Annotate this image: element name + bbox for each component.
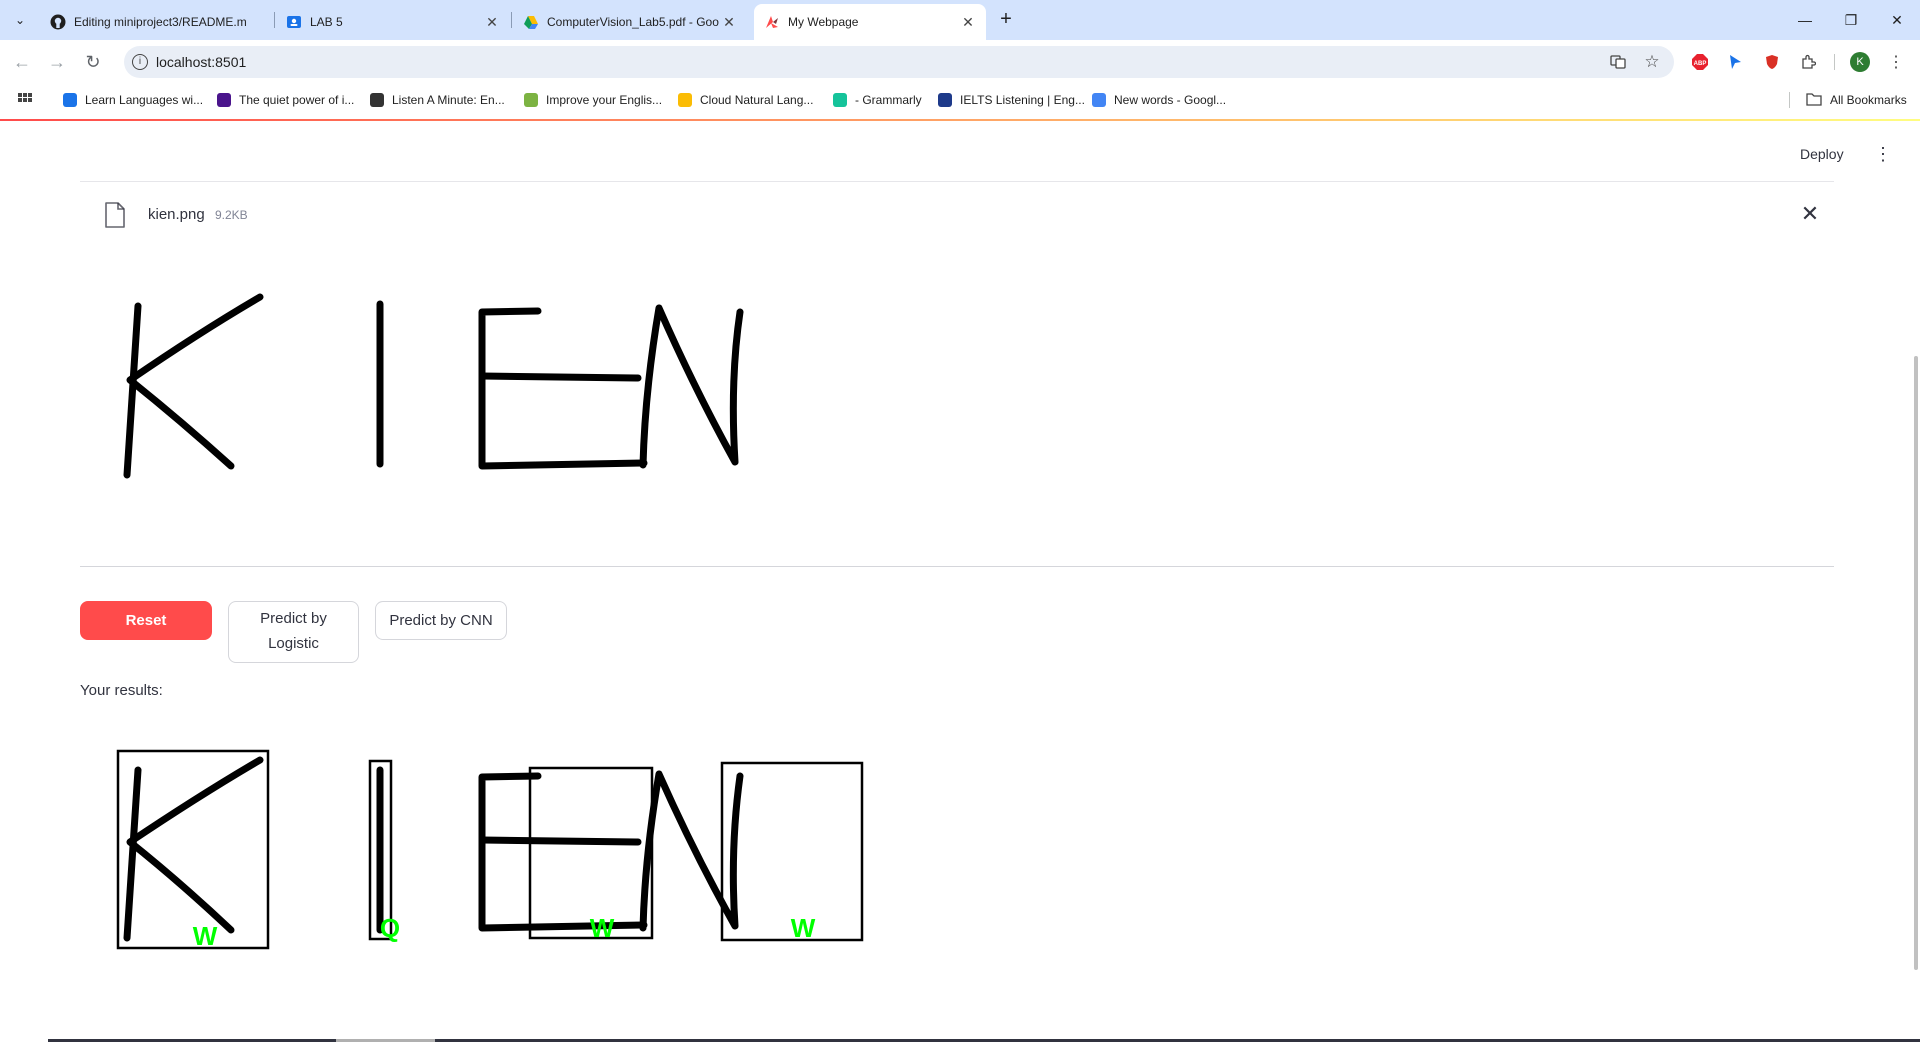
bookmark-label: Learn Languages wi...	[85, 93, 204, 107]
bookmark-item[interactable]: - Grammarly	[833, 90, 922, 110]
cursor-extension-icon[interactable]	[1725, 52, 1745, 72]
handwritten-letter-n	[639, 304, 744, 469]
tab-close-icon[interactable]: ✕	[721, 14, 737, 30]
contacts-icon	[286, 14, 302, 30]
bookmark-item[interactable]: Learn Languages wi...	[63, 90, 203, 110]
tab-separator	[511, 12, 512, 28]
profile-avatar[interactable]: K	[1850, 52, 1870, 72]
svg-text:ABP: ABP	[1694, 61, 1707, 67]
bookmark-item[interactable]: Cloud Natural Lang...	[678, 90, 813, 110]
new-tab-button[interactable]: +	[994, 8, 1018, 32]
bookmarks-bar: Learn Languages wi... The quiet power of …	[0, 84, 1920, 116]
bookmark-item[interactable]: Improve your Englis...	[524, 90, 662, 110]
bookmark-star-icon[interactable]: ☆	[1643, 52, 1661, 71]
tab-title: My Webpage	[788, 15, 859, 29]
github-icon	[50, 14, 66, 30]
bookmark-favicon-icon	[217, 93, 231, 107]
tab-close-icon[interactable]: ✕	[960, 14, 976, 30]
reload-icon[interactable]: ↻	[81, 50, 105, 74]
adblock-plus-icon[interactable]: ABP	[1690, 52, 1710, 72]
prediction-label: Q	[380, 913, 400, 943]
bookmark-favicon-icon	[63, 93, 77, 107]
back-icon[interactable]: ←	[10, 50, 34, 74]
bookmark-item[interactable]: The quiet power of i...	[217, 90, 354, 110]
bookmark-item[interactable]: Listen A Minute: En...	[370, 90, 505, 110]
bookmark-favicon-icon	[938, 93, 952, 107]
all-bookmarks-button[interactable]: All Bookmarks	[1806, 90, 1907, 110]
remove-file-icon[interactable]: ✕	[1798, 202, 1822, 226]
file-size: 9.2KB	[215, 208, 248, 222]
bookmark-label: Listen A Minute: En...	[392, 93, 505, 107]
folder-icon	[1806, 92, 1822, 109]
extensions-puzzle-icon[interactable]	[1798, 52, 1818, 72]
bookmark-favicon-icon	[370, 93, 384, 107]
bookmark-label: The quiet power of i...	[239, 93, 355, 107]
results-image: W Q W W	[116, 749, 864, 951]
tab-title: ComputerVision_Lab5.pdf - Goo	[547, 15, 719, 29]
section-divider	[80, 566, 1834, 567]
window-close-icon[interactable]: ✕	[1874, 0, 1920, 40]
prediction-label: W	[590, 913, 615, 943]
forward-icon[interactable]: →	[45, 50, 69, 74]
url-text: localhost:8501	[156, 54, 247, 70]
tab-lab5[interactable]: LAB 5 ✕	[276, 4, 510, 40]
tab-my-webpage[interactable]: My Webpage ✕	[754, 4, 986, 40]
predict-logistic-label-line2: Logistic	[268, 635, 319, 652]
restore-icon[interactable]: ❐	[1828, 0, 1874, 40]
bottom-border	[48, 1039, 1920, 1042]
bookmark-label: IELTS Listening | Eng...	[960, 93, 1085, 107]
tab-drive-pdf[interactable]: ComputerVision_Lab5.pdf - Goo ✕	[513, 4, 747, 40]
deploy-button[interactable]: Deploy	[1800, 146, 1844, 162]
google-drive-icon	[523, 14, 539, 30]
bookmark-item[interactable]: New words - Googl...	[1092, 90, 1226, 110]
handwritten-letter-k	[123, 293, 264, 479]
results-label: Your results:	[80, 682, 163, 699]
uploaded-file: kien.png 9.2KB ✕	[80, 181, 1834, 249]
bookmark-label: Cloud Natural Lang...	[700, 93, 814, 107]
reset-button[interactable]: Reset	[80, 601, 212, 640]
bookmark-label: - Grammarly	[855, 93, 922, 107]
bookmark-favicon-icon	[833, 93, 847, 107]
site-info-icon[interactable]: i	[132, 54, 148, 70]
predict-logistic-button[interactable]: Predict by Logistic	[228, 601, 359, 663]
tab-search-icon[interactable]: ⌄	[8, 8, 32, 32]
file-name: kien.png	[148, 206, 205, 223]
result-letter-e	[478, 772, 648, 932]
bookmark-label: Improve your Englis...	[546, 93, 663, 107]
prediction-label: W	[791, 913, 816, 943]
uploaded-image	[123, 293, 744, 479]
predict-logistic-label-line1: Predict by	[260, 610, 327, 627]
tab-strip: ⌄ Editing miniproject3/README.m LAB 5 ✕ …	[0, 0, 1920, 40]
minimize-icon[interactable]: —	[1782, 0, 1828, 40]
predict-cnn-button[interactable]: Predict by CNN	[375, 601, 507, 640]
result-letter-n	[639, 770, 744, 932]
toolbar-separator	[1834, 54, 1835, 70]
handwritten-letter-e	[478, 307, 648, 470]
main-menu-icon[interactable]: ⋮	[1874, 144, 1892, 168]
tab-title: Editing miniproject3/README.m	[74, 15, 247, 29]
bookmark-favicon-icon	[524, 93, 538, 107]
all-bookmarks-label: All Bookmarks	[1830, 93, 1907, 107]
prediction-label: W	[193, 921, 218, 951]
chrome-menu-icon[interactable]: ⋮	[1886, 52, 1906, 72]
bookmark-label: New words - Googl...	[1114, 93, 1227, 107]
translate-icon[interactable]	[1609, 53, 1627, 71]
bookmark-favicon-icon	[1092, 93, 1106, 107]
browser-toolbar: ← → ↻ i localhost:8501 ☆ ABP K ⋮	[0, 40, 1920, 84]
tab-separator	[274, 12, 275, 28]
streamlit-icon	[764, 14, 780, 30]
bookmark-item[interactable]: IELTS Listening | Eng...	[938, 90, 1085, 110]
file-icon	[104, 202, 126, 233]
bookmarks-separator	[1789, 92, 1790, 108]
bookmark-favicon-icon	[678, 93, 692, 107]
tab-close-icon[interactable]: ✕	[484, 14, 500, 30]
tab-title: LAB 5	[310, 15, 343, 29]
address-bar[interactable]: i localhost:8501 ☆	[124, 46, 1674, 78]
shield-extension-icon[interactable]	[1762, 52, 1782, 72]
tab-github[interactable]: Editing miniproject3/README.m	[40, 4, 274, 40]
apps-grid-icon[interactable]	[17, 90, 33, 110]
result-letter-k	[123, 756, 264, 942]
streamlit-header-decoration	[0, 119, 1920, 121]
page-scrollbar[interactable]	[1914, 356, 1918, 970]
